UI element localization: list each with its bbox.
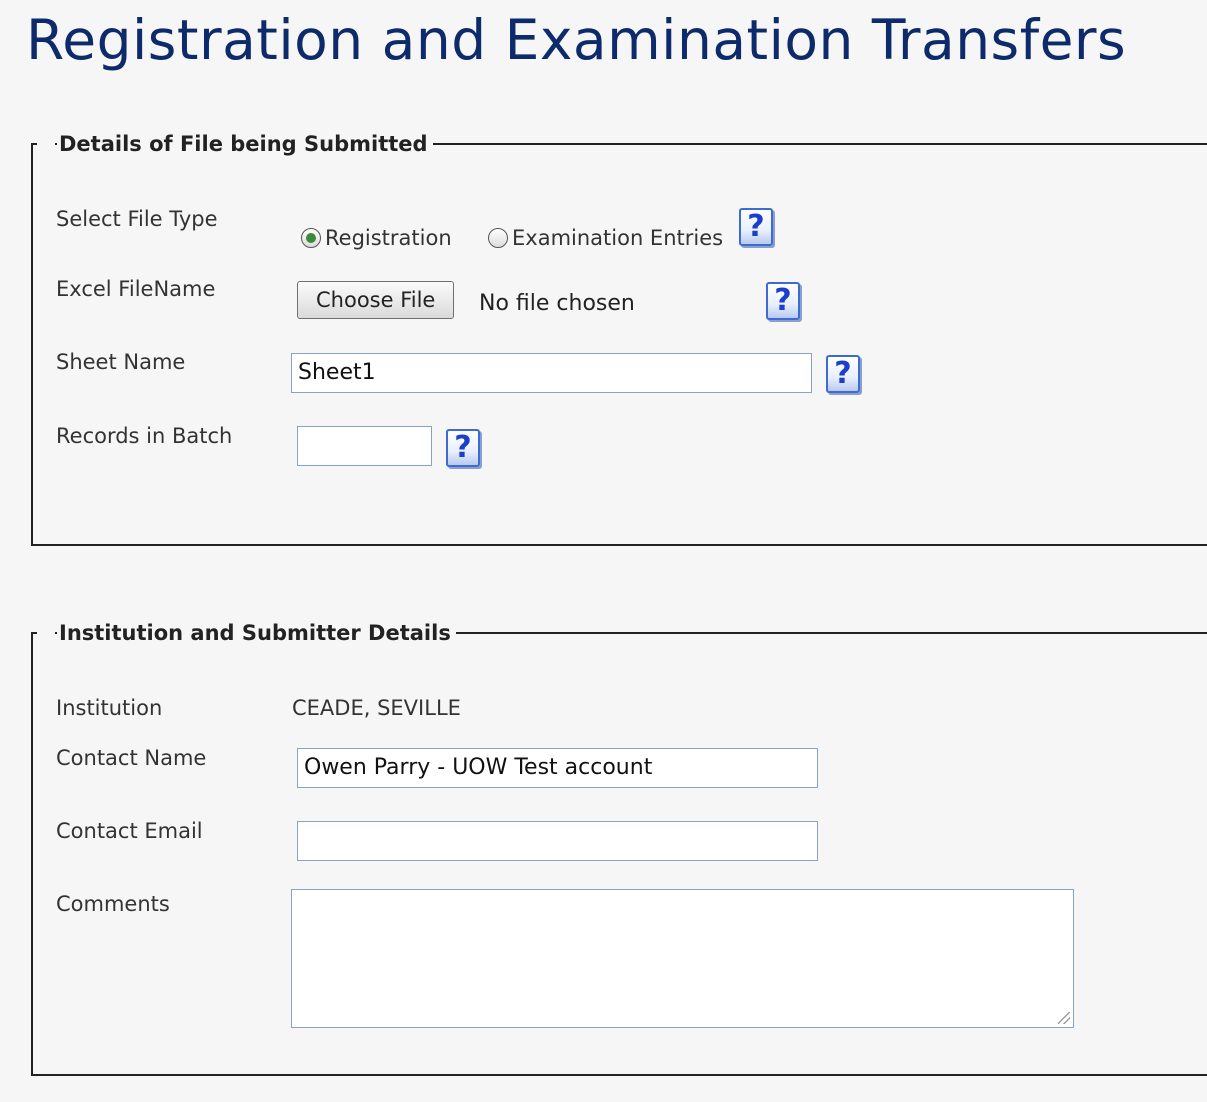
- contact-name-input[interactable]: Owen Parry - UOW Test account: [297, 748, 818, 788]
- file-details-legend: Details of File being Submitted: [37, 131, 433, 157]
- contact-email-input[interactable]: [297, 821, 818, 861]
- radio-examination-entries[interactable]: Examination Entries: [488, 226, 723, 250]
- radio-registration-indicator[interactable]: [301, 228, 321, 248]
- help-icon-excel-file[interactable]: ?: [766, 282, 800, 320]
- contact-name-label: Contact Name: [56, 746, 207, 770]
- radio-registration-label: Registration: [325, 226, 452, 250]
- file-details-fieldset: Details of File being Submitted: [31, 131, 1207, 546]
- file-status-text: No file chosen: [479, 291, 635, 316]
- institution-details-legend: Institution and Submitter Details: [37, 620, 456, 646]
- resize-grip-icon[interactable]: [1058, 1012, 1070, 1024]
- help-icon-records[interactable]: ?: [446, 429, 480, 467]
- radio-examination-entries-label: Examination Entries: [512, 226, 724, 250]
- contact-email-label: Contact Email: [56, 819, 203, 843]
- choose-file-button[interactable]: Choose File: [297, 281, 455, 319]
- radio-examination-entries-indicator[interactable]: [488, 228, 508, 248]
- comments-label: Comments: [56, 892, 170, 916]
- excel-filename-label: Excel FileName: [56, 277, 216, 301]
- help-icon-sheet-name[interactable]: ?: [826, 355, 860, 393]
- radio-registration[interactable]: Registration: [301, 226, 452, 250]
- comments-textarea[interactable]: [291, 889, 1074, 1028]
- sheet-name-input[interactable]: Sheet1: [291, 353, 812, 393]
- institution-value: CEADE, SEVILLE: [292, 696, 461, 720]
- sheet-name-label: Sheet Name: [56, 350, 186, 374]
- records-in-batch-input[interactable]: [297, 426, 432, 466]
- institution-label: Institution: [56, 696, 163, 720]
- file-type-label: Select File Type: [56, 207, 218, 231]
- records-in-batch-label: Records in Batch: [56, 424, 233, 448]
- page-title: Registration and Examination Transfers: [26, 8, 1127, 72]
- help-icon-file-type[interactable]: ?: [739, 208, 773, 246]
